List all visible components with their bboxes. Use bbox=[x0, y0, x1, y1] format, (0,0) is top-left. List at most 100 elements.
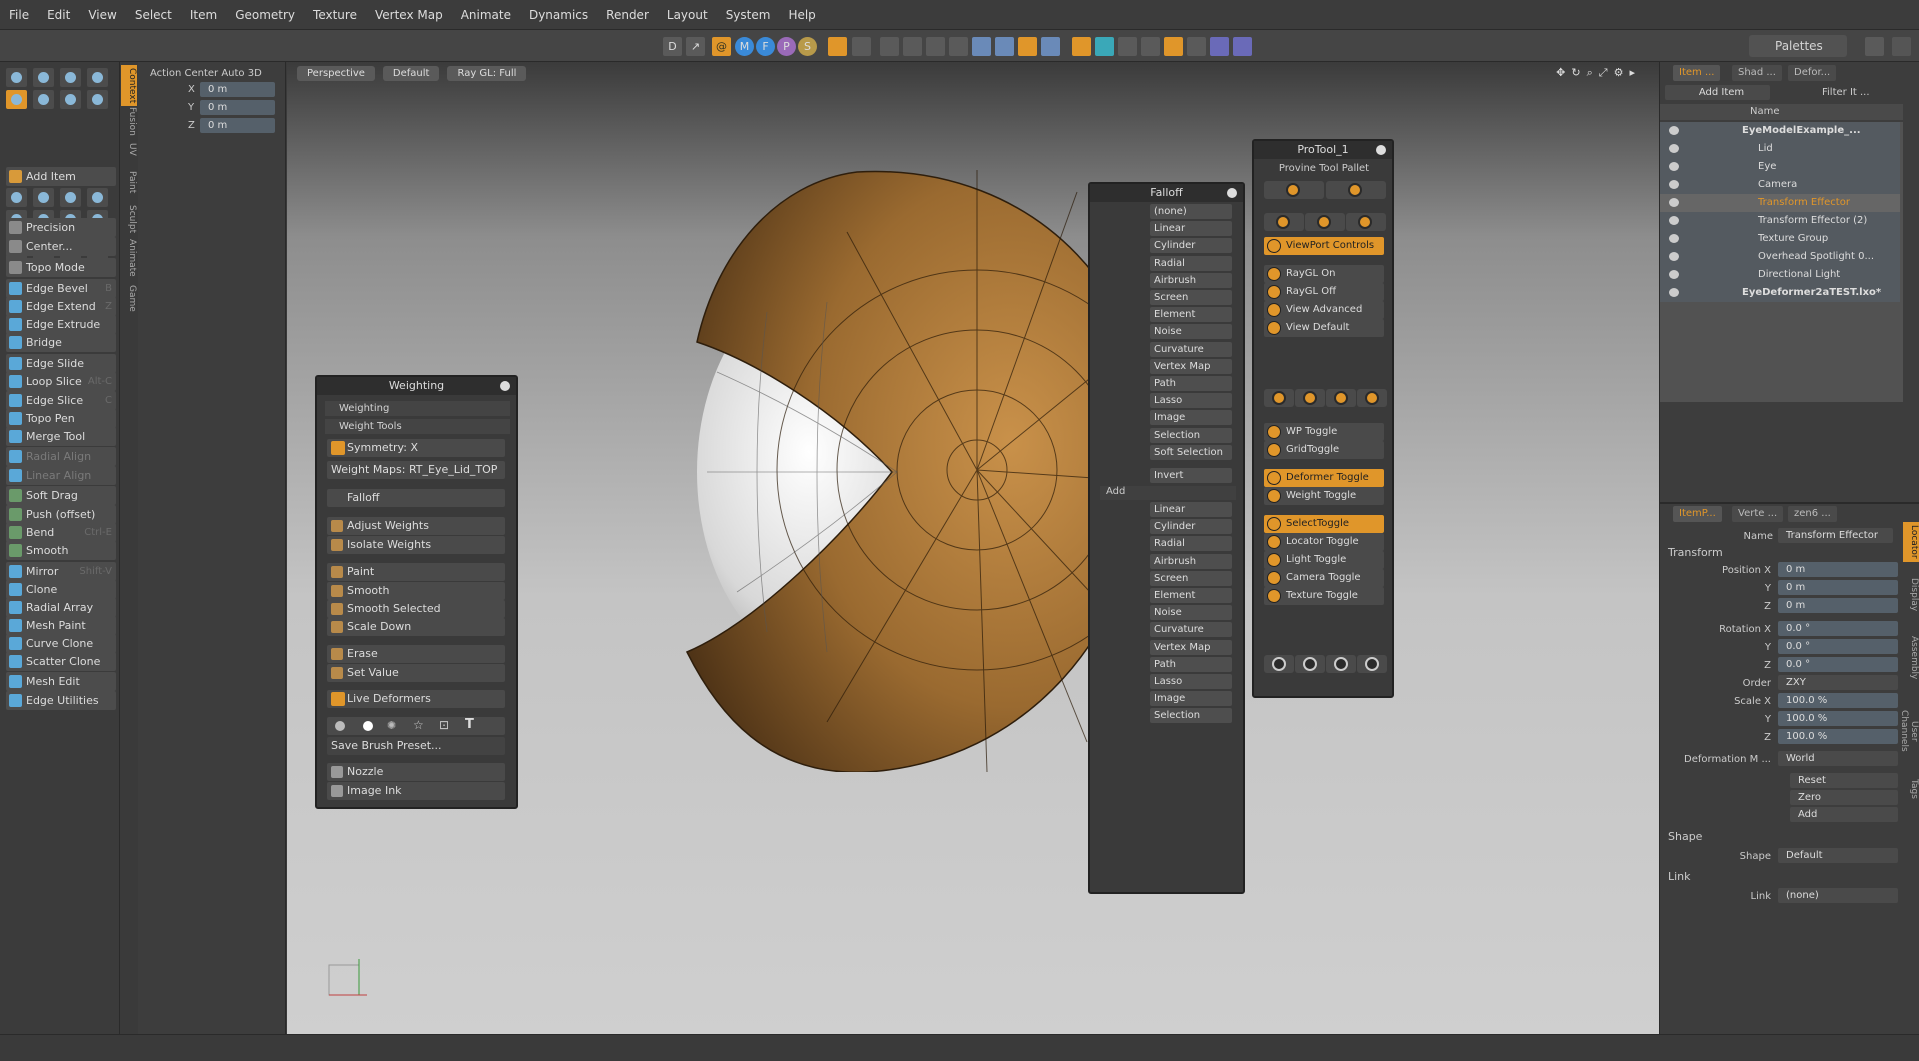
zero-dropdown[interactable]: Zero bbox=[1790, 790, 1898, 805]
scale-z-field[interactable]: 100.0 % bbox=[1778, 729, 1898, 744]
visibility-eye-icon[interactable] bbox=[1669, 270, 1679, 279]
window-icon[interactable] bbox=[1187, 37, 1206, 56]
shape-section[interactable]: Shape bbox=[1668, 830, 1702, 843]
visibility-eye-icon[interactable] bbox=[1669, 162, 1679, 171]
falloff-noise[interactable]: Noise bbox=[1150, 324, 1232, 340]
visibility-eye-icon[interactable] bbox=[1669, 216, 1679, 225]
protool-arrow-a-button[interactable] bbox=[1264, 389, 1294, 407]
falloff-lasso[interactable]: Lasso bbox=[1150, 393, 1232, 409]
item-tree-row[interactable]: Transform Effector (2) bbox=[1660, 212, 1900, 230]
tool-merge-tool[interactable]: Merge Tool bbox=[6, 427, 116, 446]
paint-button[interactable]: Paint bbox=[327, 563, 505, 581]
deformers-tab[interactable]: Defor... bbox=[1788, 65, 1837, 81]
ring-tool-icon[interactable] bbox=[33, 90, 54, 109]
menu-select[interactable]: Select bbox=[126, 8, 181, 22]
move-icon[interactable] bbox=[926, 37, 945, 56]
link-dropdown[interactable]: (none) bbox=[1778, 888, 1898, 903]
falloff-add-selection[interactable]: Selection bbox=[1150, 708, 1232, 724]
isolate-weights-button[interactable]: Isolate Weights bbox=[327, 536, 505, 554]
user-icon[interactable] bbox=[1892, 37, 1911, 56]
item-tree-row[interactable]: Eye bbox=[1660, 158, 1900, 176]
tool-radial-array[interactable]: Radial Array bbox=[6, 598, 116, 617]
falloff-add-vertex-map[interactable]: Vertex Map bbox=[1150, 639, 1232, 655]
palettes-button[interactable]: Palettes bbox=[1749, 35, 1847, 57]
raygl-tab[interactable]: Ray GL: Full bbox=[447, 66, 527, 81]
protool-arrow-c-button[interactable] bbox=[1326, 389, 1356, 407]
tool-topo-mode[interactable]: Topo Mode bbox=[6, 258, 116, 277]
tool-topo-pen[interactable]: Topo Pen bbox=[6, 409, 116, 428]
position-z-field[interactable]: 0 m bbox=[1778, 598, 1898, 613]
vtab-game[interactable]: Game bbox=[121, 282, 137, 315]
falloff-selection[interactable]: Selection bbox=[1150, 427, 1232, 443]
protool-locator-toggle[interactable]: Locator Toggle bbox=[1264, 533, 1384, 551]
deformation-mode-dropdown[interactable]: World bbox=[1778, 751, 1898, 766]
protool-dot-a-button[interactable] bbox=[1264, 655, 1294, 673]
protool-raygl-off[interactable]: RayGL Off bbox=[1264, 283, 1384, 301]
menu-vertex-map[interactable]: Vertex Map bbox=[366, 8, 452, 22]
falloff-add-noise[interactable]: Noise bbox=[1150, 605, 1232, 621]
item-properties-tab[interactable]: ItemP... bbox=[1673, 506, 1722, 522]
visibility-eye-icon[interactable] bbox=[1669, 180, 1679, 189]
close-icon[interactable] bbox=[1376, 145, 1386, 155]
vertex-map-tab[interactable]: Verte ... bbox=[1732, 506, 1784, 522]
menu-item[interactable]: Item bbox=[181, 8, 226, 22]
figure-tool-icon[interactable] bbox=[60, 68, 81, 87]
falloff-radial[interactable]: Radial bbox=[1150, 255, 1232, 271]
visibility-eye-icon[interactable] bbox=[1669, 288, 1679, 297]
tool-center[interactable]: Center... bbox=[6, 237, 116, 256]
protool-selecttoggle[interactable]: SelectToggle bbox=[1264, 515, 1384, 533]
falloff-add-linear[interactable]: Linear bbox=[1150, 502, 1232, 517]
menu-animate[interactable]: Animate bbox=[452, 8, 520, 22]
tool-clone[interactable]: Clone bbox=[6, 580, 116, 599]
tool-radial-align[interactable]: Radial Align bbox=[6, 447, 116, 466]
tool-push-offset[interactable]: Push (offset) bbox=[6, 505, 116, 524]
scale-down-button[interactable]: Scale Down bbox=[327, 618, 505, 636]
image-brush-icon[interactable]: ⊡ bbox=[439, 718, 449, 732]
falloff-element[interactable]: Element bbox=[1150, 307, 1232, 323]
name-column-header[interactable]: Name bbox=[1750, 106, 1780, 117]
item-tree-row[interactable]: EyeDeformer2aTEST.lxo* bbox=[1660, 284, 1900, 302]
reset-dropdown[interactable]: Reset bbox=[1790, 773, 1898, 788]
layout-toggle-icon[interactable] bbox=[1865, 37, 1884, 56]
tool-scatter-clone[interactable]: Scatter Clone bbox=[6, 652, 116, 671]
protool-viewport-controls[interactable]: ViewPort Controls bbox=[1264, 237, 1384, 255]
falloff-add-screen[interactable]: Screen bbox=[1150, 570, 1232, 586]
axis-tool-icon[interactable] bbox=[60, 90, 81, 109]
tool-mesh-paint[interactable]: Mesh Paint bbox=[6, 616, 116, 635]
item-tree-row[interactable]: Camera bbox=[1660, 176, 1900, 194]
select-icon[interactable] bbox=[6, 68, 27, 87]
cube-icon[interactable] bbox=[6, 188, 27, 207]
tool-edge-slide[interactable]: Edge Slide bbox=[6, 354, 116, 373]
settings-tool-icon[interactable] bbox=[87, 68, 108, 87]
rotation-z-field[interactable]: 0.0 ° bbox=[1778, 657, 1898, 672]
action-center-z[interactable]: 0 m bbox=[200, 118, 275, 133]
protool-wp-toggle[interactable]: WP Toggle bbox=[1264, 423, 1384, 441]
crosshair-icon[interactable] bbox=[1118, 37, 1137, 56]
falloff-vertex-map[interactable]: Vertex Map bbox=[1150, 358, 1232, 374]
tool-mirror[interactable]: Mirror Shift-V bbox=[6, 562, 116, 581]
vtab-fusion[interactable]: Fusion bbox=[121, 104, 137, 139]
zen-tab[interactable]: zen6 ... bbox=[1788, 506, 1837, 522]
falloff-add-lasso[interactable]: Lasso bbox=[1150, 674, 1232, 689]
add-dropdown[interactable]: Add bbox=[1790, 807, 1898, 822]
tool-smooth[interactable]: Smooth bbox=[6, 541, 116, 560]
snap-tool-icon[interactable] bbox=[6, 90, 27, 109]
protool-a-button[interactable] bbox=[1326, 181, 1386, 199]
falloff-soft-selection[interactable]: Soft Selection bbox=[1150, 444, 1232, 460]
falloff-invert-button[interactable]: Invert bbox=[1150, 468, 1232, 483]
transform-section[interactable]: Transform bbox=[1668, 546, 1723, 559]
scale-x-field[interactable]: 100.0 % bbox=[1778, 693, 1898, 708]
position-x-field[interactable]: 0 m bbox=[1778, 562, 1898, 577]
menu-system[interactable]: System bbox=[717, 8, 780, 22]
side-tab-display[interactable]: Display bbox=[1903, 570, 1919, 620]
menu-file[interactable]: File bbox=[0, 8, 38, 22]
more-icon[interactable] bbox=[87, 90, 108, 109]
item-tree-row[interactable]: Directional Light bbox=[1660, 266, 1900, 284]
tool-curve-clone[interactable]: Curve Clone bbox=[6, 634, 116, 653]
text-brush-icon[interactable]: T bbox=[465, 717, 474, 732]
nozzle-button[interactable]: Nozzle bbox=[327, 763, 505, 781]
polygon-icon[interactable] bbox=[1018, 37, 1037, 56]
soft-brush-icon[interactable] bbox=[335, 721, 345, 731]
vtab-context[interactable]: Context bbox=[121, 65, 137, 107]
shader-tree-tab[interactable]: Shad ... bbox=[1732, 65, 1782, 81]
